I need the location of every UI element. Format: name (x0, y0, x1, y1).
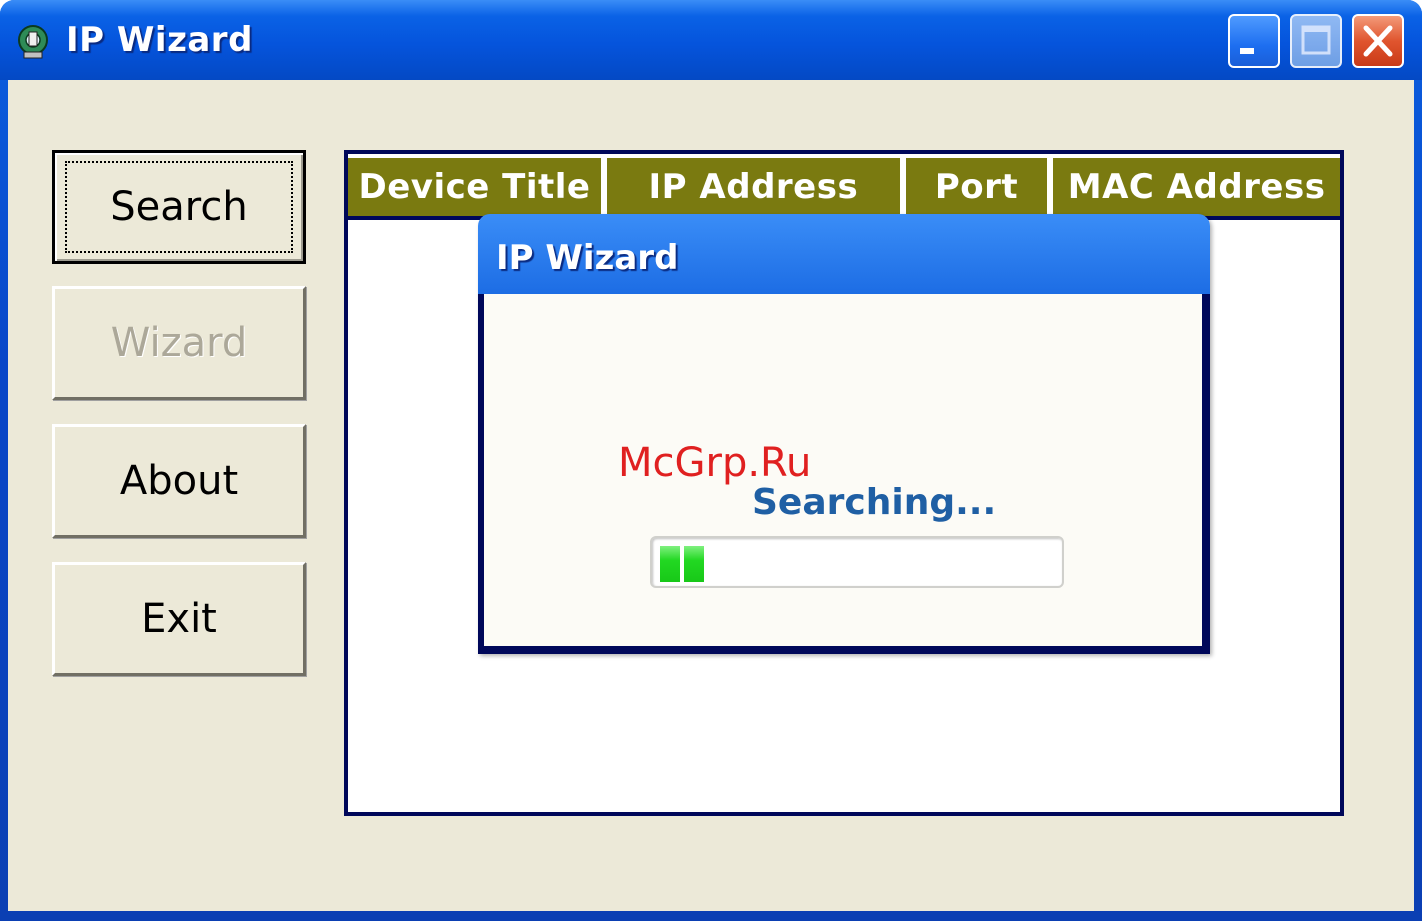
exit-button-label: Exit (141, 596, 217, 642)
dialog-border (478, 646, 1210, 654)
progress-segment (660, 546, 680, 582)
dialog-body (484, 294, 1202, 646)
search-progress-bar (650, 536, 1064, 588)
progress-fill (660, 546, 704, 582)
column-device-title[interactable]: Device Title (348, 158, 601, 216)
wizard-button: Wizard (52, 286, 306, 400)
progress-segment (684, 546, 704, 582)
device-list-header: Device Title IP Address Port MAC Address (348, 154, 1341, 216)
title-bar[interactable]: IP Wizard (0, 0, 1422, 80)
focus-ring (65, 161, 293, 253)
about-button[interactable]: About (52, 424, 306, 538)
wizard-button-label: Wizard (110, 320, 248, 366)
column-port[interactable]: Port (905, 158, 1048, 216)
close-icon (1363, 25, 1393, 57)
exit-button[interactable]: Exit (52, 562, 306, 676)
close-button[interactable] (1352, 14, 1404, 68)
main-window: IP Wizard Search Wizard About Exit Devic… (0, 0, 1422, 921)
search-status: Searching... (752, 482, 997, 523)
search-button[interactable]: Search (52, 150, 306, 264)
maximize-icon (1301, 25, 1331, 55)
column-mac-address[interactable]: MAC Address (1053, 158, 1341, 216)
network-icon (18, 25, 48, 59)
dialog-title: IP Wizard (496, 238, 679, 278)
about-button-label: About (119, 458, 239, 504)
window-title: IP Wizard (66, 20, 253, 60)
maximize-button[interactable] (1290, 14, 1342, 68)
dialog-border (1202, 294, 1210, 654)
searching-dialog: IP Wizard (478, 214, 1210, 654)
column-ip-address[interactable]: IP Address (606, 158, 900, 216)
minimize-icon (1240, 48, 1254, 54)
minimize-button[interactable] (1228, 14, 1280, 68)
dialog-border (478, 294, 484, 654)
watermark: McGrp.Ru (618, 440, 812, 486)
